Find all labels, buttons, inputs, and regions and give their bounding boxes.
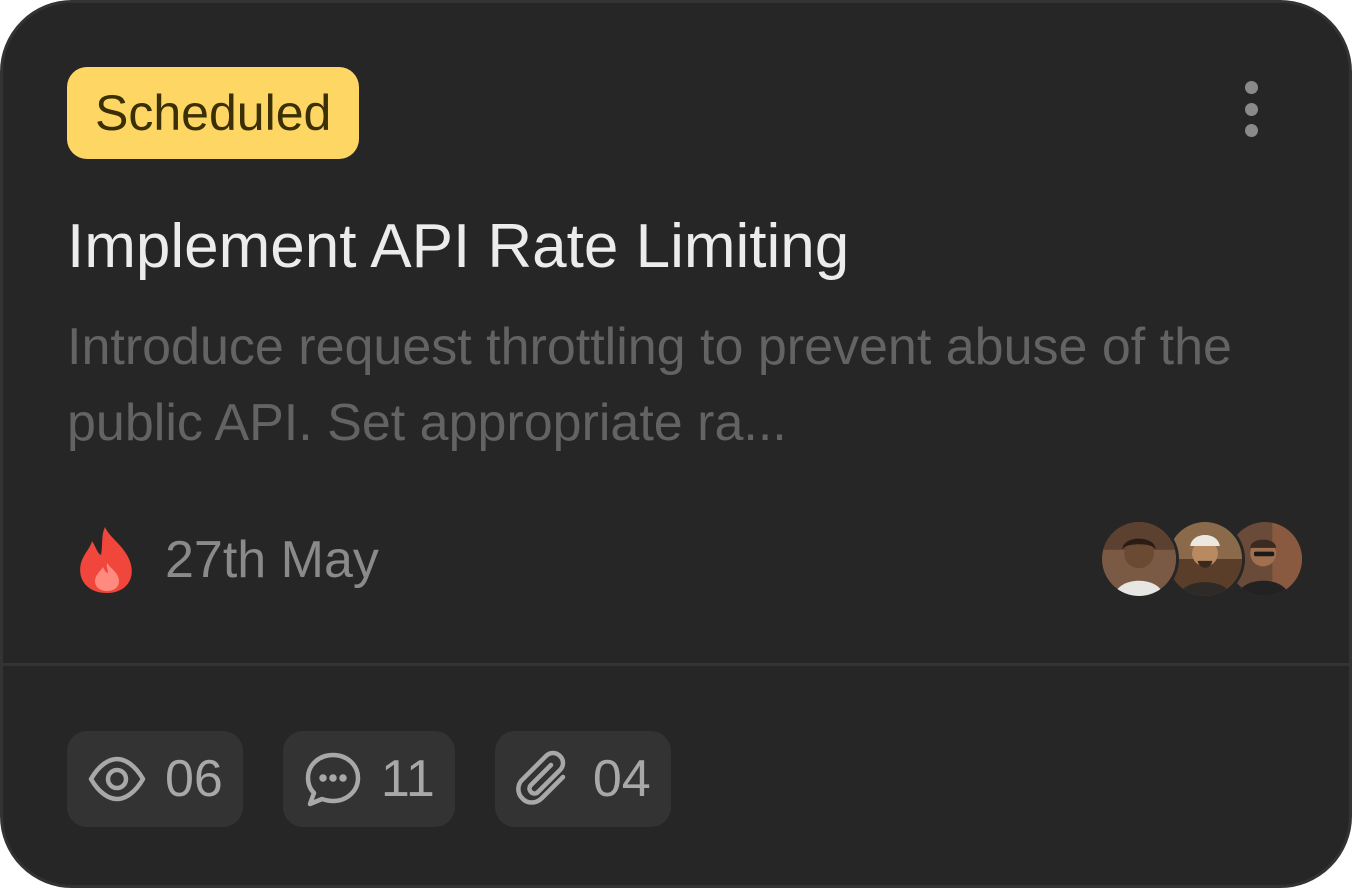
task-title: Implement API Rate Limiting: [67, 212, 850, 281]
due-date: 27th May: [165, 531, 379, 589]
task-description: Introduce request throttling to prevent …: [67, 318, 1232, 452]
attachments-stat[interactable]: 04: [494, 731, 671, 827]
task-card[interactable]: Scheduled Implement API Rate Limiting In…: [0, 0, 1352, 888]
paperclip-icon: [515, 750, 566, 805]
attachments-count: 04: [592, 750, 651, 808]
card-stats: 06 11 04: [67, 731, 671, 827]
due-date-row: 27th May: [75, 521, 379, 599]
comment-icon: [305, 752, 361, 807]
more-dots-icon: [1244, 81, 1258, 94]
comments-stat[interactable]: 11: [282, 731, 455, 827]
more-options-button[interactable]: [1225, 75, 1277, 143]
divider: [3, 663, 1349, 666]
fire-icon: [80, 527, 132, 593]
comments-count: 11: [380, 750, 435, 808]
views-count: 06: [165, 750, 223, 808]
assignee-avatars[interactable]: [1099, 519, 1305, 599]
avatar[interactable]: [1099, 519, 1179, 599]
views-stat[interactable]: 06: [67, 731, 243, 827]
status-badge: Scheduled: [67, 67, 360, 159]
eye-icon: [88, 756, 146, 802]
